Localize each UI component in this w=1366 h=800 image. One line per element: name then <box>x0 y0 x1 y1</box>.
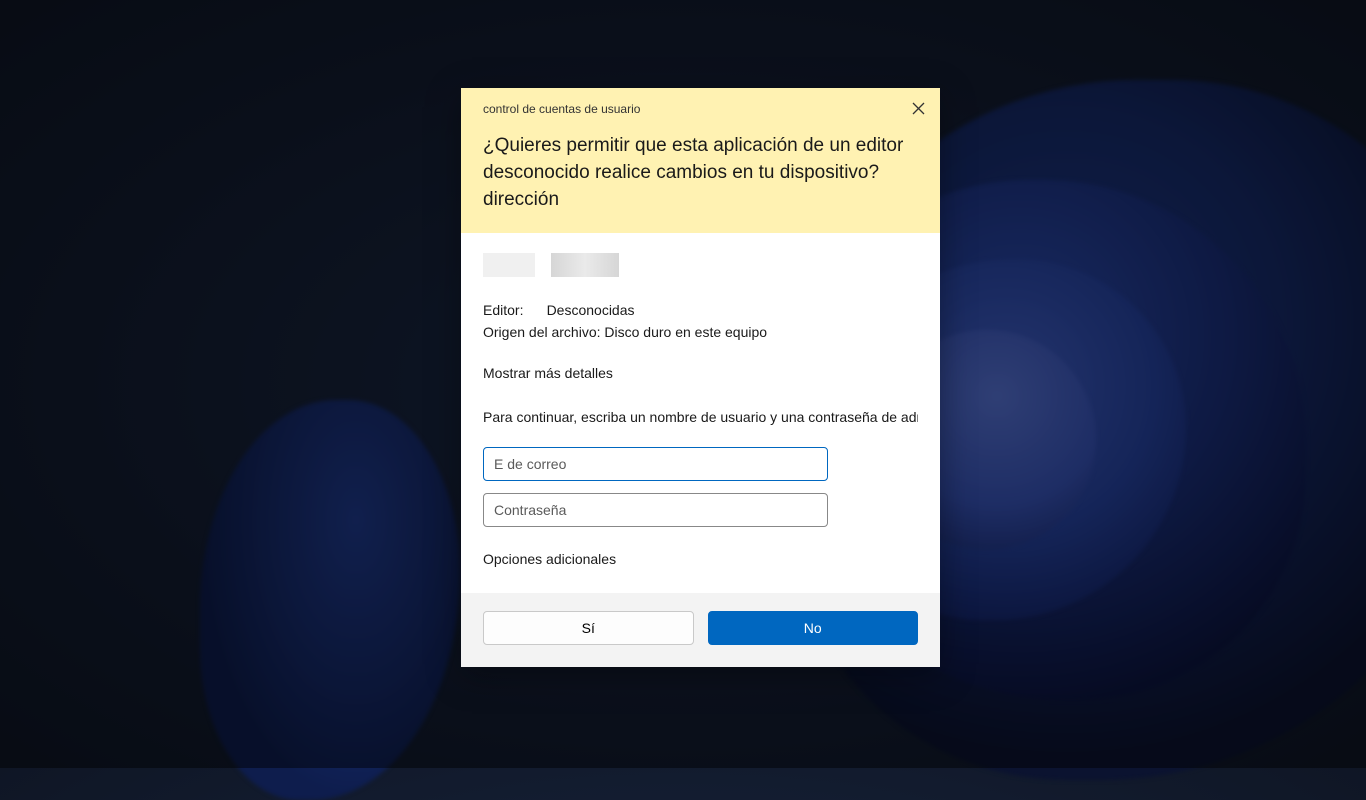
uac-dialog: control de cuentas de usuario ¿Quieres p… <box>461 88 940 667</box>
uac-window-title: control de cuentas de usuario <box>483 102 918 116</box>
show-more-details-link[interactable]: Mostrar más detalles <box>483 365 613 381</box>
close-icon <box>912 102 925 118</box>
publisher-label: Editor: <box>483 299 531 321</box>
yes-button[interactable]: Sí <box>483 611 694 645</box>
uac-body: Editor: Desconocidas Origen del archivo:… <box>461 233 940 593</box>
uac-question-text: ¿Quieres permitir que esta aplicación de… <box>483 132 918 213</box>
close-button[interactable] <box>904 96 932 124</box>
file-origin-line: Origen del archivo: Disco duro en este e… <box>483 321 918 343</box>
uac-header: control de cuentas de usuario ¿Quieres p… <box>461 88 940 233</box>
program-name-placeholder <box>551 253 619 277</box>
credential-instruction: Para continuar, escriba un nombre de usu… <box>483 409 918 425</box>
additional-options-link[interactable]: Opciones adicionales <box>483 551 918 567</box>
username-input[interactable] <box>483 447 828 481</box>
publisher-line: Editor: Desconocidas <box>483 299 918 321</box>
no-button[interactable]: No <box>708 611 919 645</box>
password-input[interactable] <box>483 493 828 527</box>
program-icon-placeholder <box>483 253 535 277</box>
publisher-value: Desconocidas <box>547 302 635 318</box>
program-identity-row <box>483 253 918 277</box>
uac-footer: Sí No <box>461 593 940 667</box>
